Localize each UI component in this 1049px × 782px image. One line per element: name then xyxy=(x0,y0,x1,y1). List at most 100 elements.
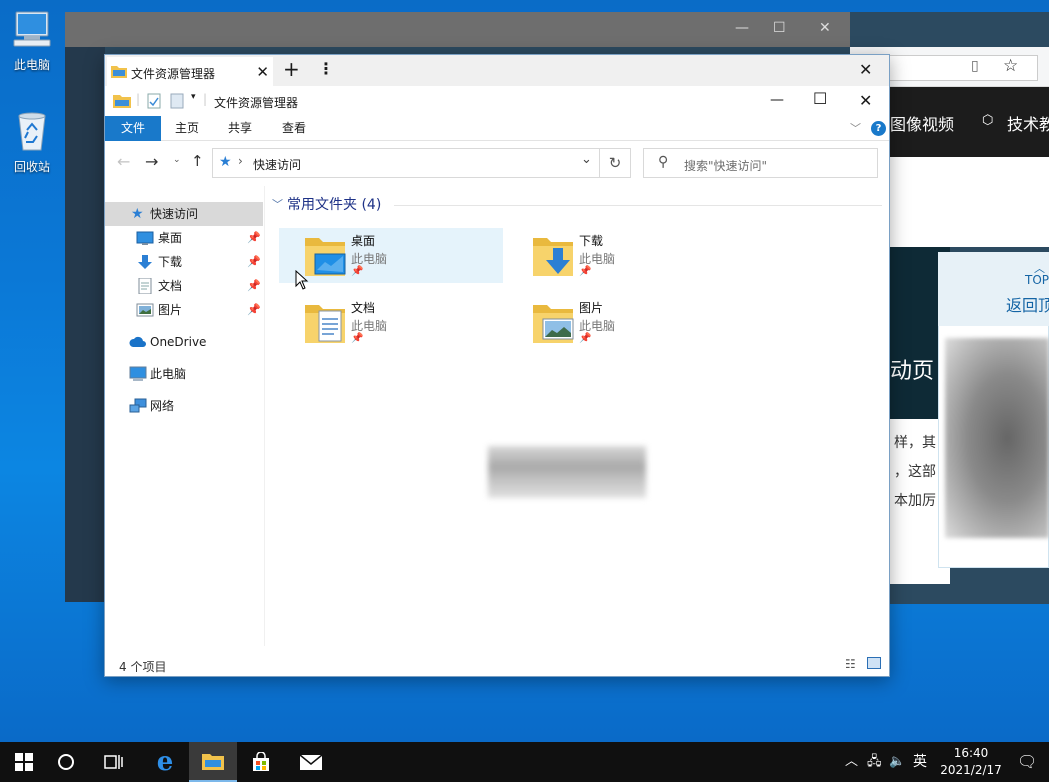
forward-arrow-icon[interactable]: → xyxy=(145,152,158,171)
cortana-button[interactable] xyxy=(42,742,90,782)
ime-indicator[interactable]: 英 xyxy=(913,742,927,782)
nav-item-documents[interactable]: 文档 📌 xyxy=(105,274,263,298)
search-circle-icon xyxy=(58,754,74,770)
address-dropdown-icon[interactable]: ⌄ xyxy=(581,152,592,167)
minimize-icon[interactable]: — xyxy=(735,20,749,36)
task-view-icon xyxy=(104,755,123,769)
taskbar-file-explorer[interactable] xyxy=(189,742,237,782)
content-pane: ﹀ 常用文件夹 (4) 桌面 此电脑 📌 下载 此电脑 📌 文档 此电脑 📌 图… xyxy=(266,186,889,646)
pin-icon: 📌 xyxy=(579,333,592,344)
ribbon-tab-share[interactable]: 共享 xyxy=(222,116,258,141)
pin-icon: 📌 xyxy=(351,266,364,277)
properties-icon[interactable] xyxy=(147,93,161,109)
back-to-top-panel[interactable]: ︿ TOP 返回顶 xyxy=(938,252,1049,326)
window-title: 文件资源管理器 xyxy=(214,96,299,110)
taskbar-edge[interactable]: e xyxy=(141,742,189,782)
up-arrow-icon[interactable]: ↑ xyxy=(191,152,204,170)
banner-text: 动页 xyxy=(890,359,935,384)
recycle-bin-icon xyxy=(18,112,46,151)
collapse-group-icon[interactable]: ﹀ xyxy=(272,196,283,212)
start-button[interactable] xyxy=(0,742,48,782)
task-view-button[interactable] xyxy=(90,742,138,782)
favorite-star-icon[interactable]: ☆ xyxy=(1003,56,1018,76)
download-arrow-icon xyxy=(138,255,152,269)
nav-item-network[interactable]: 网络 xyxy=(105,394,263,418)
group-header[interactable]: 常用文件夹 (4) xyxy=(287,194,381,214)
background-site-nav: 图像视频 ⬡ 技术教 xyxy=(890,87,1049,157)
address-bar[interactable]: ★ › 快速访问 ⌄ xyxy=(212,148,600,178)
folder-tile-documents[interactable]: 文档 此电脑 📌 xyxy=(279,295,503,350)
folder-location: 此电脑 xyxy=(579,252,616,266)
refresh-icon: ↻ xyxy=(608,154,622,172)
folder-name: 文档 xyxy=(351,301,376,315)
new-tab-icon[interactable]: + xyxy=(283,57,300,81)
nav-label: 此电脑 xyxy=(150,367,187,381)
clock[interactable]: 16:40 2021/2/17 xyxy=(932,745,1010,779)
pin-icon: 📌 xyxy=(247,303,261,316)
nav-item-this-pc[interactable]: 此电脑 xyxy=(105,362,263,386)
close-icon[interactable]: ✕ xyxy=(859,91,872,110)
close-icon[interactable]: ✕ xyxy=(819,20,831,36)
tab-title: 文件资源管理器 xyxy=(131,67,216,81)
ribbon-tab-view[interactable]: 查看 xyxy=(276,116,312,141)
background-address-field[interactable]: ▯ ☆ xyxy=(888,55,1038,81)
folder-tile-pictures[interactable]: 图片 此电脑 📌 xyxy=(507,295,731,350)
close-window-icon[interactable]: ✕ xyxy=(859,60,872,79)
pictures-folder-icon xyxy=(533,305,574,343)
nav-item-pictures[interactable]: 图片 📌 xyxy=(105,298,263,322)
help-icon[interactable]: ? xyxy=(871,121,886,136)
show-hidden-icons[interactable]: ︿ xyxy=(845,742,858,782)
site-nav-item[interactable]: 技术教 xyxy=(1007,111,1049,135)
new-folder-icon[interactable] xyxy=(170,93,184,109)
search-box[interactable]: ⚲ 搜索"快速访问" xyxy=(643,148,878,178)
desktop-folder-icon xyxy=(305,238,346,276)
computer-icon xyxy=(13,11,51,47)
windows-logo-icon xyxy=(15,753,33,771)
desktop-icon-this-pc[interactable]: 此电脑 xyxy=(2,8,62,73)
refresh-button[interactable]: ↻ xyxy=(600,148,631,178)
background-window-bottom xyxy=(890,584,1049,604)
desktop-icon-recycle-bin[interactable]: 回收站 xyxy=(2,108,62,175)
customize-qat-icon[interactable]: ▾ xyxy=(191,92,196,102)
navigation-pane: ★ 快速访问 桌面 📌 下载 📌 文档 📌 图片 📌 OneDrive 此电脑 … xyxy=(105,186,265,646)
volume-icon[interactable]: 🔈 xyxy=(889,742,905,782)
ribbon-tab-file[interactable]: 文件 xyxy=(105,116,161,141)
nav-item-desktop[interactable]: 桌面 📌 xyxy=(105,226,263,250)
explorer-tab[interactable]: 文件资源管理器 ✕ xyxy=(107,57,273,86)
nav-label: OneDrive xyxy=(150,335,207,349)
breadcrumb-location[interactable]: 快速访问 xyxy=(253,156,301,173)
close-tab-icon[interactable]: ✕ xyxy=(256,63,269,81)
nav-item-downloads[interactable]: 下载 📌 xyxy=(105,250,263,274)
details-view-icon[interactable]: ☷ xyxy=(845,657,856,671)
cloud-icon xyxy=(129,336,146,347)
explorer-titlebar: | ▾ | 文件资源管理器 — ☐ ✕ xyxy=(105,86,889,116)
nav-label: 图片 xyxy=(158,303,183,317)
folder-tile-downloads[interactable]: 下载 此电脑 📌 xyxy=(507,228,731,283)
ribbon-tab-home[interactable]: 主页 xyxy=(169,116,205,141)
nav-item-onedrive[interactable]: OneDrive xyxy=(105,330,263,354)
back-arrow-icon[interactable]: ← xyxy=(117,152,130,171)
more-options-icon[interactable]: ⋮ xyxy=(318,59,334,78)
reading-view-icon[interactable]: ▯ xyxy=(971,58,979,74)
maximize-icon[interactable]: ☐ xyxy=(813,89,827,108)
background-page-blank xyxy=(890,157,1049,247)
pin-icon: 📌 xyxy=(247,255,261,268)
recent-locations-icon[interactable]: ⌄ xyxy=(173,155,181,165)
network-status-icon[interactable]: 🖧 xyxy=(867,742,882,782)
notification-icon[interactable]: 🗨 xyxy=(1017,742,1037,782)
network-icon xyxy=(129,398,147,413)
nav-label: 桌面 xyxy=(158,231,183,245)
nav-item-quick-access[interactable]: ★ 快速访问 xyxy=(105,202,263,226)
file-explorer-window: 文件资源管理器 ✕ + ⋮ ✕ | ▾ | 文件资源管理器 — ☐ ✕ 文件 主… xyxy=(104,54,890,677)
folder-tile-desktop[interactable]: 桌面 此电脑 📌 xyxy=(279,228,503,283)
maximize-icon[interactable]: ☐ xyxy=(773,20,786,36)
site-nav-item[interactable]: 图像视频 xyxy=(890,111,954,135)
expand-ribbon-icon[interactable]: ﹀ xyxy=(850,120,861,136)
taskbar-store[interactable] xyxy=(237,742,285,782)
minimize-icon[interactable]: — xyxy=(770,92,784,108)
taskbar-mail[interactable] xyxy=(287,742,335,782)
large-icons-view-icon[interactable] xyxy=(867,657,881,669)
desktop-icon-label: 回收站 xyxy=(13,160,50,174)
status-bar: 4 个项目 ☷ xyxy=(105,654,889,676)
pin-icon: 📌 xyxy=(247,279,261,292)
